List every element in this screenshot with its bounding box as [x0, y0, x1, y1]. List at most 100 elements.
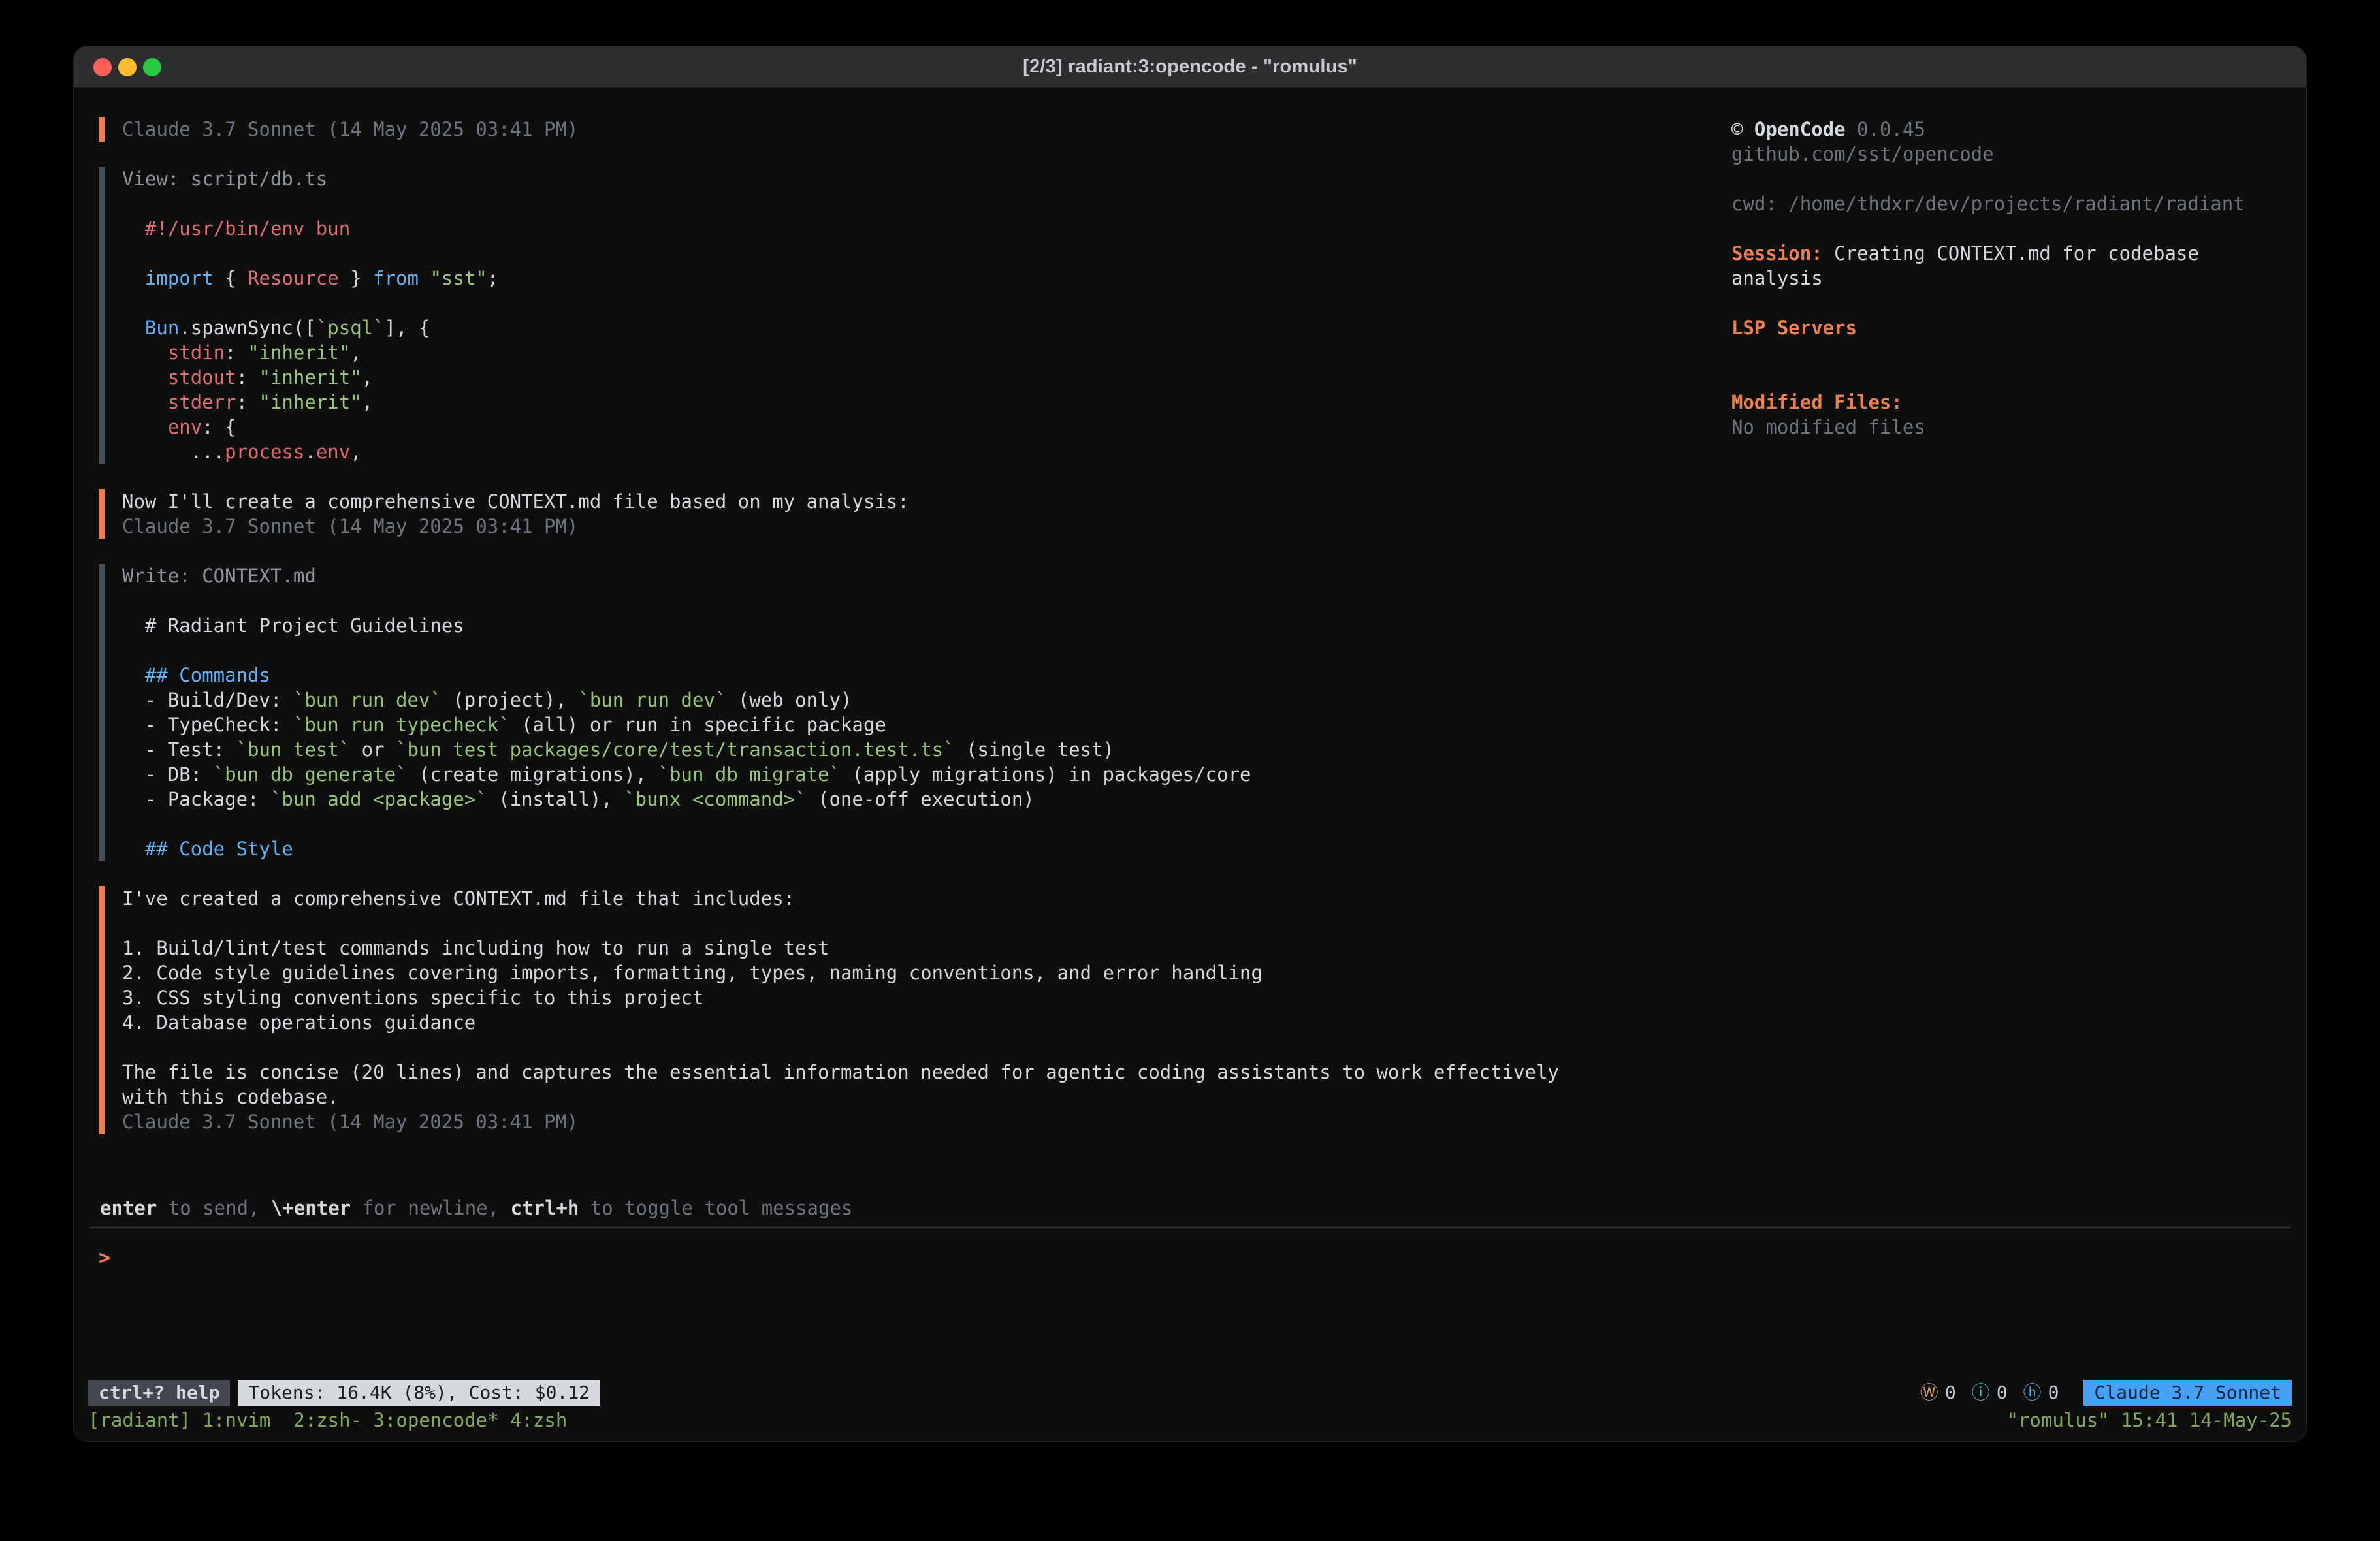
text-line: # Radiant Project Guidelines: [145, 613, 1594, 638]
text-segment: ctrl+h: [511, 1197, 579, 1219]
text-segment: The file is concise (20 lines) and captu…: [122, 1061, 1570, 1108]
text-segment: Claude 3.7 Sonnet (14 May 2025 03:41 PM): [122, 118, 578, 140]
text-line: [145, 191, 1594, 216]
prompt-symbol: >: [99, 1247, 110, 1269]
text-segment: (web only): [726, 689, 852, 711]
text-segment: [145, 416, 168, 438]
tool-output: # Radiant Project Guidelines## Commands-…: [122, 588, 1594, 861]
text-segment: 1. Build/lint/test commands including ho…: [122, 937, 829, 959]
close-button[interactable]: [93, 58, 112, 76]
text-line: [1731, 340, 2280, 365]
text-line: - TypeCheck: `bun run typecheck` (all) o…: [145, 712, 1594, 737]
text-line: stdout: "inherit",: [145, 365, 1594, 390]
text-line: enter to send, \+enter for newline, ctrl…: [100, 1196, 2280, 1220]
text-segment: env: [316, 441, 350, 463]
text-line: Now I'll create a comprehensive CONTEXT.…: [122, 489, 1594, 514]
text-segment: 4. Database operations guidance: [122, 1011, 475, 1034]
text-segment: ©: [1731, 118, 1754, 140]
text-segment: ;: [487, 267, 498, 289]
text-line: Modified Files:: [1731, 390, 2280, 415]
terminal-window: [2/3] radiant:3:opencode - "romulus" Cla…: [73, 46, 2307, 1442]
text-segment: - TypeCheck:: [145, 714, 293, 736]
text-segment: `bun test packages/core/test/transaction…: [396, 739, 955, 761]
text-segment: [145, 391, 168, 413]
text-segment: github.com/sst/opencode: [1731, 143, 1994, 165]
text-line: [145, 291, 1594, 315]
text-line: [145, 241, 1594, 266]
tmux-window-list[interactable]: [radiant] 1:nvim 2:zsh- 3:opencode* 4:zs…: [88, 1408, 567, 1433]
assistant-message-block: I've created a comprehensive CONTEXT.md …: [99, 886, 1594, 1134]
text-segment: (one-off execution): [807, 788, 1035, 810]
text-segment: Modified Files:: [1731, 391, 1903, 413]
text-segment: - Build/Dev:: [145, 689, 293, 711]
text-segment: `bun run dev`: [578, 689, 726, 711]
tokens-cost-chip: Tokens: 16.4K (8%), Cost: $0.12: [238, 1380, 600, 1406]
upper-area: Claude 3.7 Sonnet (14 May 2025 03:41 PM)…: [74, 88, 2306, 1196]
message-input[interactable]: >: [74, 1228, 2306, 1378]
text-segment: - DB:: [145, 763, 214, 786]
text-line: 4. Database operations guidance: [122, 1010, 1594, 1035]
minimize-button[interactable]: [118, 58, 137, 76]
text-segment: [419, 267, 430, 289]
text-line: Claude 3.7 Sonnet (14 May 2025 03:41 PM): [122, 514, 1594, 539]
text-line: Session: Creating CONTEXT.md for codebas…: [1731, 241, 2280, 291]
text-line: [1731, 291, 2280, 315]
text-segment: Now I'll create a comprehensive CONTEXT.…: [122, 490, 909, 513]
text-line: - Build/Dev: `bun run dev` (project), `b…: [145, 688, 1594, 712]
text-line: ## Code Style: [145, 836, 1594, 861]
text-segment: (install),: [487, 788, 624, 810]
hints-count: 0: [2048, 1380, 2059, 1405]
text-segment: `bunx <command>`: [624, 788, 806, 810]
text-segment: `bun db generate`: [214, 763, 408, 786]
text-segment: import: [145, 267, 214, 289]
text-segment: (apply migrations) in packages/core: [841, 763, 1251, 786]
keybind-help: enter to send, \+enter for newline, ctrl…: [74, 1196, 2306, 1220]
text-segment: Claude 3.7 Sonnet (14 May 2025 03:41 PM): [122, 515, 578, 537]
chat-messages: Claude 3.7 Sonnet (14 May 2025 03:41 PM)…: [99, 117, 1594, 1196]
text-segment: OpenCode: [1754, 118, 1846, 140]
text-segment: `bun add <package>`: [270, 788, 487, 810]
text-segment: [145, 366, 168, 389]
fullscreen-button[interactable]: [143, 58, 161, 76]
text-segment: stdin: [168, 342, 225, 364]
tool-title: View: script/db.ts: [122, 167, 1594, 191]
text-segment: [145, 342, 168, 364]
text-segment: ], {: [385, 317, 430, 339]
text-line: stderr: "inherit",: [145, 390, 1594, 415]
text-segment: "sst": [430, 267, 487, 289]
text-line: [145, 638, 1594, 663]
text-segment: :: [236, 366, 259, 389]
model-chip[interactable]: Claude 3.7 Sonnet: [2083, 1380, 2292, 1406]
text-segment: env: [168, 416, 202, 438]
text-segment: to send,: [157, 1197, 271, 1219]
titlebar[interactable]: [2/3] radiant:3:opencode - "romulus": [74, 46, 2306, 88]
text-segment: ,: [362, 391, 373, 413]
text-segment: ## Commands: [145, 664, 270, 686]
warnings-count: 0: [1945, 1380, 1956, 1405]
text-segment: #!/usr/bin/env bun: [145, 217, 350, 240]
text-line: © OpenCode 0.0.45: [1731, 117, 2280, 142]
text-segment: ...: [145, 441, 225, 463]
text-segment: (single test): [955, 739, 1114, 761]
text-line: LSP Servers: [1731, 315, 2280, 340]
warnings-diagnostic: Ⓦ0: [1920, 1380, 1956, 1405]
text-segment: process: [225, 441, 304, 463]
text-segment: or: [350, 739, 396, 761]
text-segment: I've created a comprehensive CONTEXT.md …: [122, 887, 795, 910]
text-segment: \+enter: [271, 1197, 351, 1219]
warnings-icon: Ⓦ: [1920, 1380, 1938, 1405]
text-line: Bun.spawnSync([`psql`], {: [145, 315, 1594, 340]
text-segment: }: [339, 267, 373, 289]
text-line: No modified files: [1731, 415, 2280, 439]
window-title: [2/3] radiant:3:opencode - "romulus": [1023, 56, 1357, 78]
text-line: env: {: [145, 415, 1594, 439]
text-segment: "inherit": [248, 342, 350, 364]
text-segment: Claude 3.7 Sonnet (14 May 2025 03:41 PM): [122, 1111, 578, 1133]
help-chip[interactable]: ctrl+? help: [88, 1380, 230, 1406]
text-segment: `bun run dev`: [293, 689, 442, 711]
text-segment: - Test:: [145, 739, 236, 761]
text-segment: :: [225, 342, 248, 364]
text-segment: 3. CSS styling conventions specific to t…: [122, 987, 703, 1009]
text-line: I've created a comprehensive CONTEXT.md …: [122, 886, 1594, 911]
text-segment: # Radiant Project Guidelines: [145, 614, 464, 637]
